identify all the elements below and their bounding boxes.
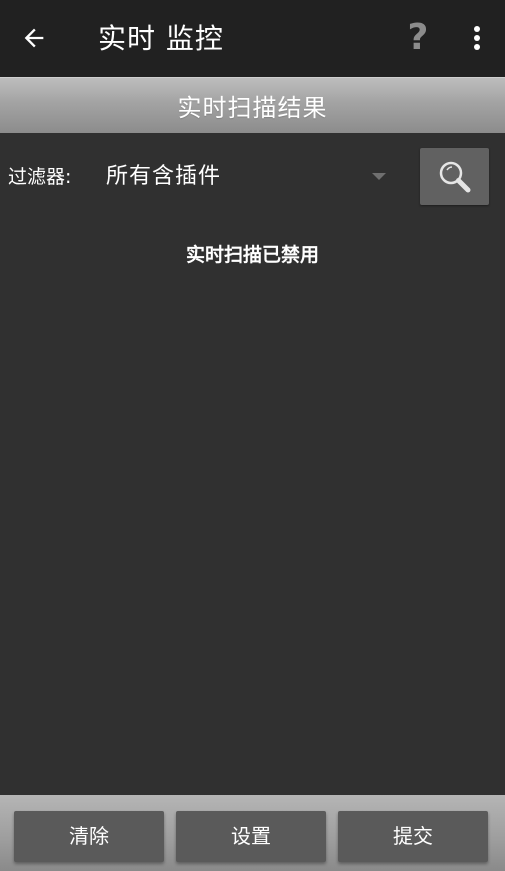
app-screen: 实时 监控 ? 实时扫描结果 过滤器: 所有含插件 实时扫描已禁用 清除 设置 … bbox=[0, 0, 505, 871]
back-button[interactable] bbox=[12, 16, 56, 60]
submit-button[interactable]: 提交 bbox=[338, 811, 488, 862]
search-button[interactable] bbox=[420, 148, 489, 205]
arrow-left-icon bbox=[24, 28, 44, 48]
page-title: 实时 监控 bbox=[98, 22, 224, 55]
question-mark-icon: ? bbox=[407, 17, 429, 58]
section-title: 实时扫描结果 bbox=[177, 94, 328, 122]
filter-label: 过滤器: bbox=[8, 166, 72, 188]
overflow-menu-button[interactable] bbox=[462, 16, 492, 60]
more-vert-icon bbox=[474, 26, 480, 50]
settings-button[interactable]: 设置 bbox=[176, 811, 326, 862]
magnifier-icon bbox=[439, 161, 470, 192]
top-app-bar: 实时 监控 ? bbox=[0, 0, 505, 77]
section-header: 实时扫描结果 bbox=[0, 77, 505, 133]
filter-dropdown[interactable]: 所有含插件 bbox=[96, 152, 396, 202]
help-button[interactable]: ? bbox=[398, 16, 438, 60]
clear-button[interactable]: 清除 bbox=[14, 811, 164, 862]
status-message: 实时扫描已禁用 bbox=[185, 244, 319, 266]
filter-selected-value: 所有含插件 bbox=[106, 164, 222, 189]
bottom-action-bar: 清除 设置 提交 bbox=[0, 795, 505, 871]
dropdown-arrow-icon bbox=[372, 173, 386, 180]
